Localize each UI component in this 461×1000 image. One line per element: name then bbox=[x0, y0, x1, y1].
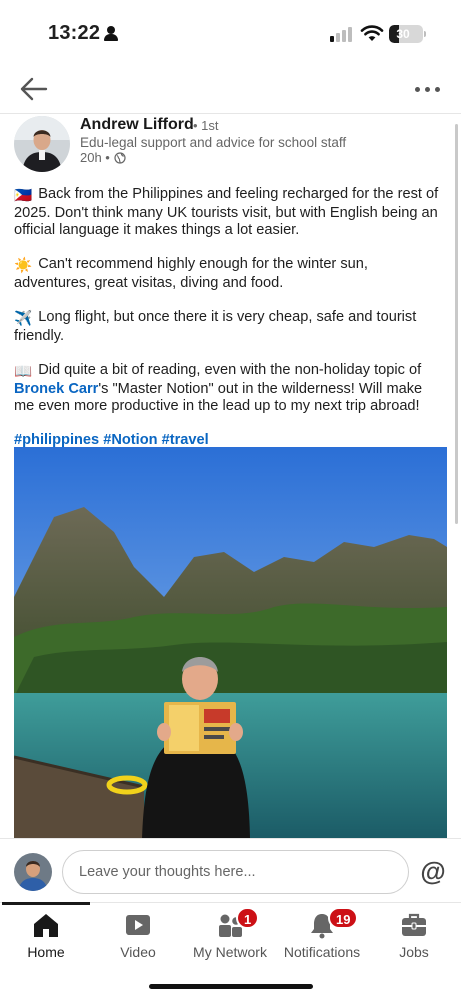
post-time: 20h • bbox=[80, 150, 110, 165]
wifi-icon bbox=[360, 25, 384, 41]
page-scrollbar[interactable] bbox=[455, 124, 458, 524]
status-time: 13:22 bbox=[48, 22, 101, 44]
connection-degree: • 1st bbox=[193, 118, 219, 133]
battery-icon: 30 bbox=[389, 25, 423, 43]
post-paragraph: ✈️ Long flight, but once there it is ver… bbox=[14, 309, 417, 344]
network-badge: 1 bbox=[236, 907, 260, 929]
mention-button[interactable]: @ bbox=[418, 854, 448, 888]
tab-notifications[interactable]: 19 Notifications bbox=[276, 903, 368, 973]
post-meta: 20h • bbox=[80, 150, 126, 165]
post-header: Andrew Lifford • 1st Edu-legal support a… bbox=[0, 116, 461, 178]
author-headline: Edu-legal support and advice for school … bbox=[80, 135, 347, 150]
tab-home[interactable]: Home bbox=[0, 903, 92, 973]
my-avatar[interactable] bbox=[14, 853, 52, 891]
post-paragraph: 🇵🇭 Back from the Philippines and feeling… bbox=[14, 186, 439, 238]
video-icon bbox=[126, 915, 150, 935]
lagoon-photo bbox=[14, 447, 447, 839]
hashtag-link[interactable]: #Notion bbox=[103, 432, 157, 448]
notifications-badge: 19 bbox=[328, 907, 359, 929]
person-icon bbox=[104, 26, 118, 42]
hashtag-link[interactable]: #philippines bbox=[14, 432, 99, 448]
tab-label: Home bbox=[27, 944, 65, 960]
tab-video[interactable]: Video bbox=[92, 903, 184, 973]
author-name[interactable]: Andrew Lifford bbox=[80, 116, 194, 134]
book-icon: 📖 bbox=[14, 364, 33, 380]
author-avatar[interactable] bbox=[14, 116, 70, 172]
top-navigation bbox=[0, 68, 461, 114]
comment-input[interactable] bbox=[62, 850, 409, 894]
hashtag-link[interactable]: #travel bbox=[162, 432, 209, 448]
post-body: 🇵🇭 Back from the Philippines and feeling… bbox=[14, 186, 446, 449]
cellular-signal-icon bbox=[330, 26, 354, 42]
airplane-icon: ✈️ bbox=[14, 311, 33, 327]
philippines-flag-icon: 🇵🇭 bbox=[14, 188, 33, 204]
comment-bar: @ bbox=[0, 838, 461, 902]
battery-level: 30 bbox=[396, 27, 410, 41]
author-photo bbox=[14, 116, 70, 172]
tab-label: Notifications bbox=[283, 944, 361, 960]
post-paragraph: 📖 Did quite a bit of reading, even with … bbox=[14, 362, 423, 414]
status-bar: 13:22 30 bbox=[0, 0, 461, 68]
post-photo[interactable] bbox=[14, 447, 447, 839]
mention-link[interactable]: Bronek Carr bbox=[14, 381, 98, 397]
sun-icon: ☀️ bbox=[14, 258, 33, 274]
tab-my-network[interactable]: 1 My Network bbox=[184, 903, 276, 973]
tab-label: My Network bbox=[193, 944, 267, 960]
briefcase-icon bbox=[402, 913, 426, 936]
back-button[interactable] bbox=[16, 74, 50, 104]
tab-jobs[interactable]: Jobs bbox=[368, 903, 460, 973]
more-options-button[interactable] bbox=[413, 76, 443, 102]
tab-label: Jobs bbox=[399, 944, 429, 960]
arrow-left-icon bbox=[20, 77, 48, 101]
globe-icon bbox=[114, 151, 126, 164]
post-paragraph: ☀️ Can't recommend highly enough for the… bbox=[14, 256, 368, 291]
home-indicator bbox=[149, 984, 313, 989]
tab-label: Video bbox=[120, 944, 156, 960]
my-photo bbox=[14, 853, 52, 891]
home-icon bbox=[34, 914, 58, 937]
